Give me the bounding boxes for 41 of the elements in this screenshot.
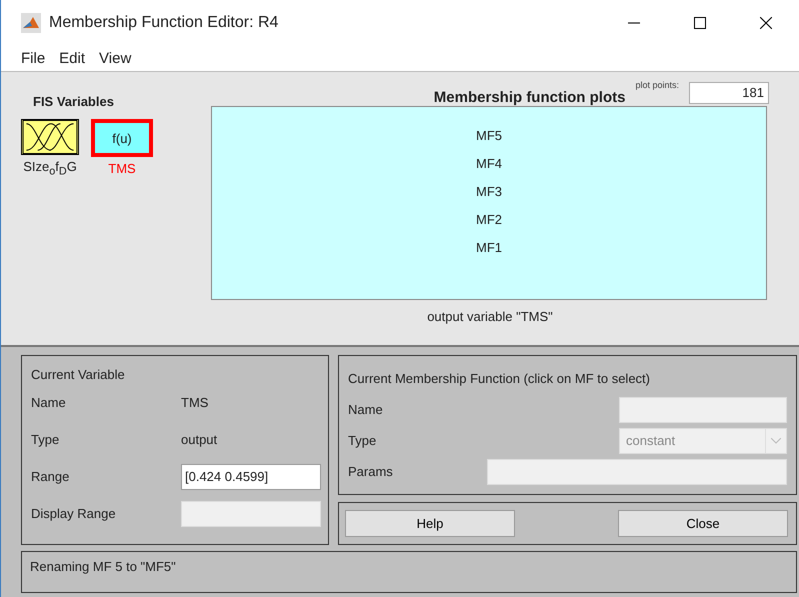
mf-label[interactable]: MF4 <box>476 155 502 174</box>
maximize-icon <box>694 17 706 29</box>
section-title: FIS Variables <box>33 94 114 110</box>
variable-label: SIze$_{o}$f$_{D}$G <box>23 159 77 178</box>
window-title: Membership Function Editor: R4 <box>49 14 280 32</box>
panel-title: Current Membership Function (click on MF to select) <box>348 371 650 386</box>
field-label: Name <box>348 402 384 417</box>
field-value: output <box>181 431 218 449</box>
function-variable-button[interactable]: f(u) <box>91 119 153 158</box>
menu-item[interactable]: View <box>99 50 132 68</box>
field-label: Range <box>31 468 70 486</box>
panel-title: Current Variable <box>31 366 126 384</box>
plot-title: Membership function plots <box>434 88 626 106</box>
field-label: Name <box>31 394 67 412</box>
caret-icon <box>771 438 781 444</box>
field-label: Type <box>31 431 60 449</box>
variable-label: TMS <box>108 161 136 176</box>
dialog-button[interactable]: Help <box>345 510 515 537</box>
field-label: Type <box>348 433 378 448</box>
menu-item[interactable]: Edit <box>59 50 86 68</box>
status-text: Renaming MF 5 to "MF5" <box>30 559 176 574</box>
dialog-button[interactable]: Close <box>618 510 788 537</box>
range-field[interactable]: [0.424 0.4599] <box>181 464 321 490</box>
plot-caption: output variable "TMS" <box>426 309 554 324</box>
menu-item[interactable]: File <box>21 50 46 68</box>
field-value: TMS <box>181 394 210 412</box>
mf-label[interactable]: MF1 <box>476 239 502 258</box>
plot-points-label: plot points: <box>635 80 679 90</box>
name-field[interactable] <box>619 396 787 422</box>
mf-label[interactable]: MF3 <box>476 183 502 202</box>
app-logo-icon <box>21 13 41 33</box>
mf-label[interactable]: MF2 <box>476 211 502 230</box>
params-field[interactable] <box>487 458 787 484</box>
mf-label[interactable]: MF5 <box>476 127 502 146</box>
plot-area[interactable]: MF5 MF4 MF3 MF2 MF1 <box>211 106 767 300</box>
field-label: Params <box>348 464 394 479</box>
close-icon <box>760 17 772 29</box>
display-range-field[interactable] <box>181 500 321 526</box>
membership-curves-icon[interactable] <box>21 119 79 156</box>
plot-points-field[interactable]: 181 <box>689 82 769 104</box>
field-label: Display Range <box>31 505 117 523</box>
